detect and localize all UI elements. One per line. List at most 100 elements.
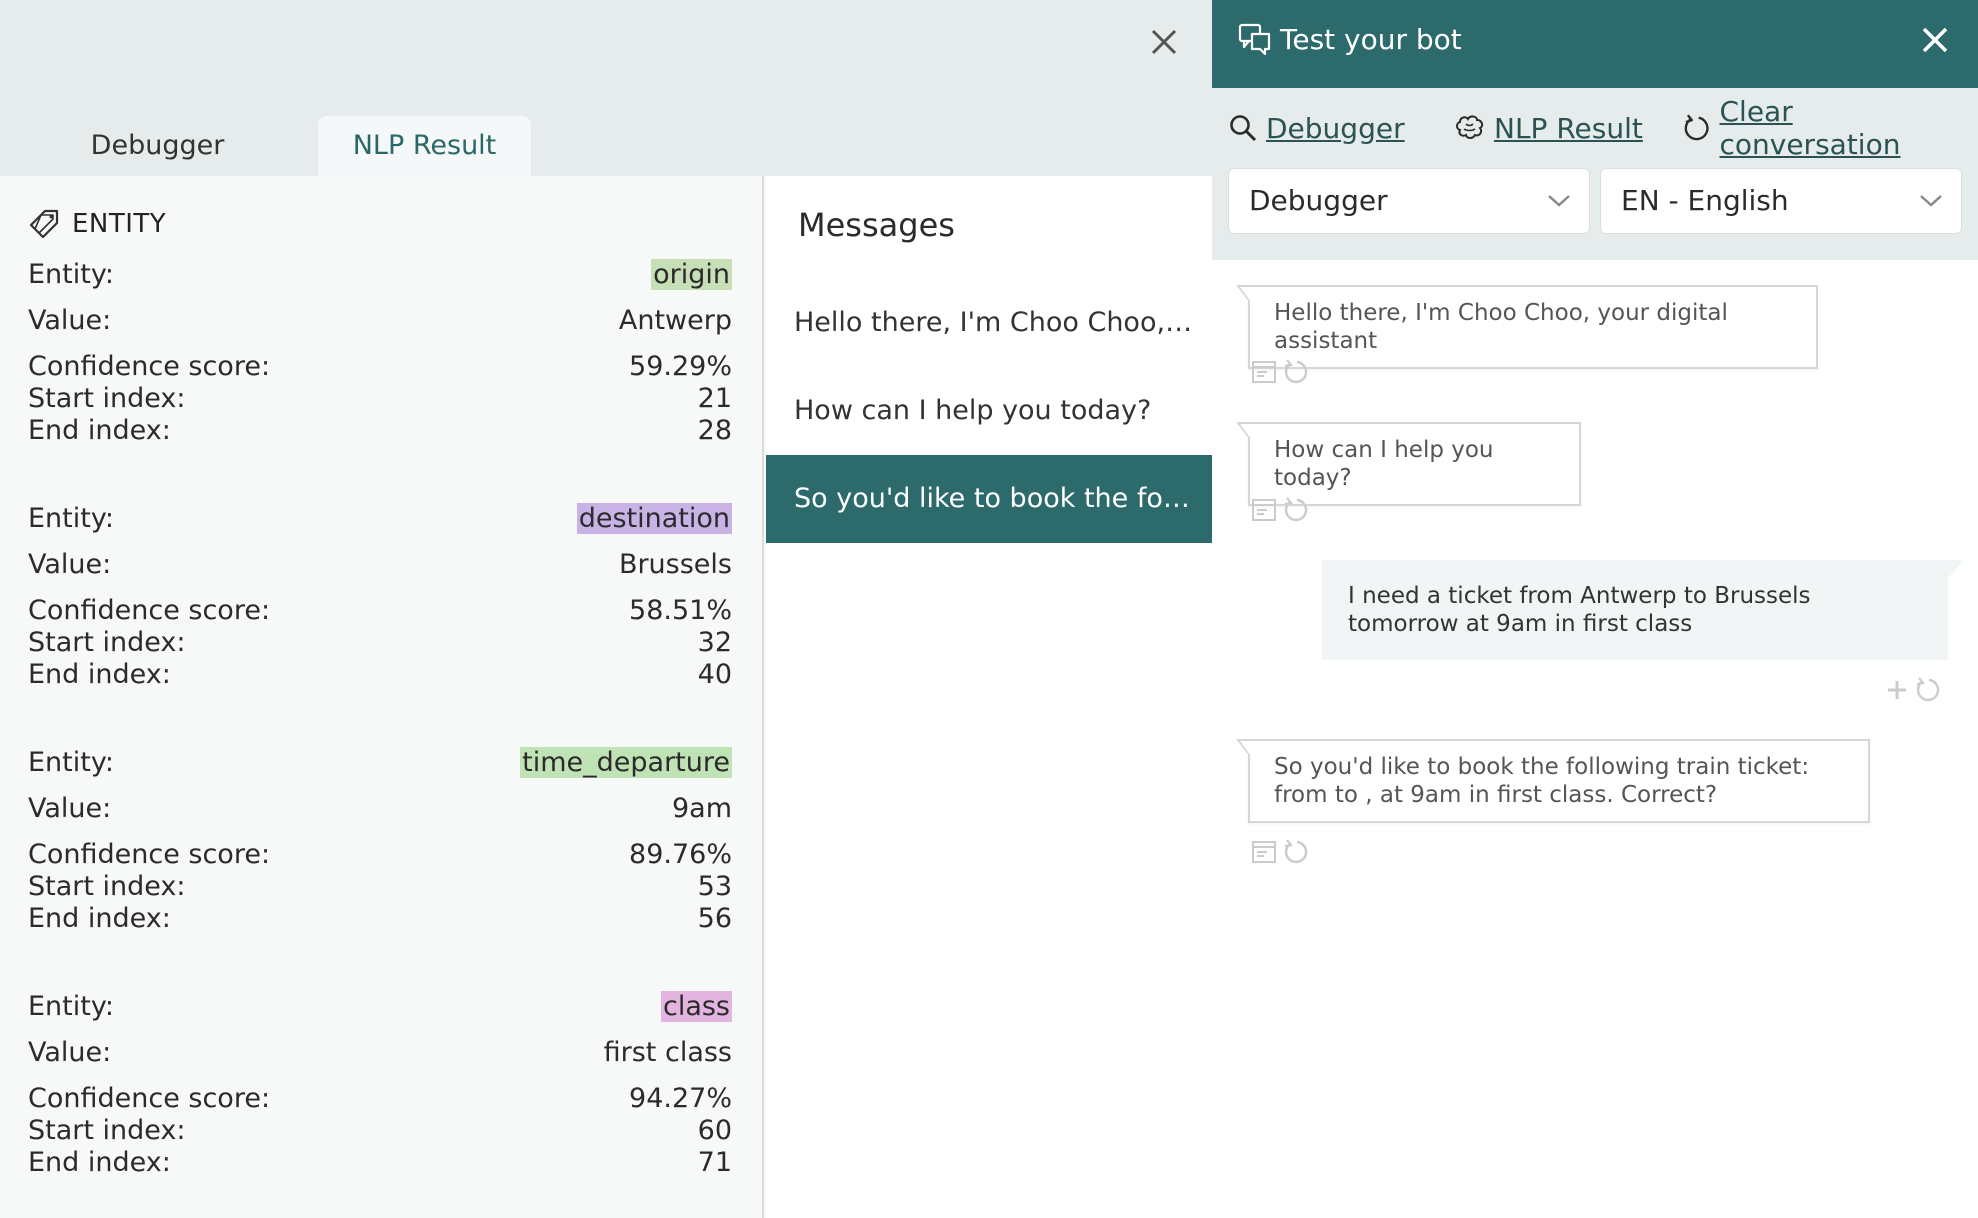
bot-title: Test your bot xyxy=(1280,23,1462,56)
message-actions xyxy=(1250,358,1310,386)
entity-header: ENTITY xyxy=(28,206,166,242)
entity-end-row: End index: 28 xyxy=(28,415,732,446)
refresh-icon xyxy=(1684,114,1709,141)
entity-start-label: Start index: xyxy=(28,627,186,658)
entity-name-tag: class xyxy=(660,991,732,1022)
entity-start-value: 60 xyxy=(697,1115,732,1146)
message-actions xyxy=(1250,496,1310,524)
message-details-icon[interactable] xyxy=(1250,358,1278,386)
entity-list: ENTITY Entity: origin Value: Antwerp Confide… xyxy=(0,176,764,1218)
entity-entity-label: Entity: xyxy=(28,259,114,290)
message-list-item[interactable]: So you'd like to book the follo... xyxy=(766,455,1212,543)
entity-end-label: End index: xyxy=(28,415,171,446)
replay-icon[interactable] xyxy=(1282,838,1310,866)
entity-confidence-value: 59.29% xyxy=(629,351,732,382)
entity-entity-row: Entity: time_departure xyxy=(28,747,732,778)
close-icon[interactable] xyxy=(1917,22,1953,58)
chat-message-text: I need a ticket from Antwerp to Brussels… xyxy=(1348,583,1811,637)
bot-message-bubble: How can I help you today? xyxy=(1236,422,1581,506)
debugger-link-label: Debugger xyxy=(1266,111,1405,145)
clear-conversation-label: Clear conversation xyxy=(1719,95,1901,161)
nlp-result-link[interactable]: NLP Result xyxy=(1454,108,1643,148)
entity-confidence-row: Confidence score: 58.51% xyxy=(28,595,732,626)
entity-confidence-value: 94.27% xyxy=(629,1083,732,1114)
entity-end-label: End index: xyxy=(28,1147,171,1178)
debug-panel-header: Debugger NLP Result xyxy=(0,0,1212,176)
message-list-item[interactable]: How can I help you today? xyxy=(766,367,1212,455)
message-actions xyxy=(1250,838,1310,866)
user-message-bubble: I need a ticket from Antwerp to Brussels… xyxy=(1322,560,1964,660)
tag-icon xyxy=(29,209,59,239)
entity-start-label: Start index: xyxy=(28,871,186,902)
replay-icon[interactable] xyxy=(1914,676,1942,704)
brain-icon xyxy=(1456,115,1484,139)
message-details-icon[interactable] xyxy=(1250,838,1278,866)
entity-end-row: End index: 40 xyxy=(28,659,732,690)
entity-start-row: Start index: 21 xyxy=(28,383,732,414)
search-icon xyxy=(1230,115,1257,142)
bot-message-bubble: Hello there, I'm Choo Choo, your digital… xyxy=(1236,285,1818,369)
bot-toolbar: Debugger NLP Result Clear conversation D… xyxy=(1212,88,1978,260)
entity-end-label: End index: xyxy=(28,903,171,934)
clear-conversation-link[interactable]: Clear conversation xyxy=(1682,95,1978,161)
chevron-down-icon xyxy=(1920,195,1942,207)
close-icon[interactable] xyxy=(1144,22,1184,62)
tab-debugger[interactable]: Debugger xyxy=(60,116,255,176)
entity-value-label: Value: xyxy=(28,793,112,824)
entity-start-label: Start index: xyxy=(28,1115,186,1146)
chat-message-text: So you'd like to book the following trai… xyxy=(1274,754,1810,808)
entity-end-label: End index: xyxy=(28,659,171,690)
entity-end-value: 56 xyxy=(697,903,732,934)
messages-list: Messages Hello there, I'm Choo Choo, y..… xyxy=(766,176,1212,1218)
entity-entity-label: Entity: xyxy=(28,503,114,534)
language-select[interactable]: EN - English xyxy=(1600,168,1962,234)
entity-confidence-label: Confidence score: xyxy=(28,595,271,626)
replay-icon[interactable] xyxy=(1282,358,1310,386)
message-details-icon[interactable] xyxy=(1250,496,1278,524)
language-select-value: EN - English xyxy=(1621,184,1789,217)
tab-nlp-result[interactable]: NLP Result xyxy=(318,116,531,176)
entity-confidence-label: Confidence score: xyxy=(28,1083,271,1114)
entity-name-tag: origin xyxy=(651,259,732,290)
replay-icon[interactable] xyxy=(1282,496,1310,524)
bot-header: Test your bot xyxy=(1212,0,1978,88)
debugger-link[interactable]: Debugger xyxy=(1228,108,1405,148)
add-icon[interactable] xyxy=(1884,677,1910,703)
chat-icon xyxy=(1238,23,1271,56)
entity-end-row: End index: 71 xyxy=(28,1147,732,1178)
entity-entity-row: Entity: class xyxy=(28,991,732,1022)
entity-value-row: Value: Antwerp xyxy=(28,305,732,336)
entity-entity-row: Entity: origin xyxy=(28,259,732,290)
entity-confidence-value: 89.76% xyxy=(629,839,732,870)
entity-value-label: Value: xyxy=(28,305,112,336)
chat-message-text: Hello there, I'm Choo Choo, your digital… xyxy=(1274,300,1728,354)
entity-confidence-label: Confidence score: xyxy=(28,839,271,870)
entity-end-row: End index: 56 xyxy=(28,903,732,934)
entity-end-value: 40 xyxy=(697,659,732,690)
mode-select[interactable]: Debugger xyxy=(1228,168,1590,234)
nlp-result-link-label: NLP Result xyxy=(1494,111,1643,145)
entity-confidence-row: Confidence score: 89.76% xyxy=(28,839,732,870)
entity-value-row: Value: first class xyxy=(28,1037,732,1068)
entity-value-value: Antwerp xyxy=(618,305,732,336)
entity-value-value: Brussels xyxy=(618,549,732,580)
entity-value-row: Value: 9am xyxy=(28,793,732,824)
entity-section-title: ENTITY xyxy=(72,209,167,239)
message-list-item[interactable]: Hello there, I'm Choo Choo, y... xyxy=(766,279,1212,367)
entity-entity-label: Entity: xyxy=(28,747,114,778)
entity-start-value: 32 xyxy=(697,627,732,658)
entity-confidence-label: Confidence score: xyxy=(28,351,271,382)
entity-confidence-row: Confidence score: 59.29% xyxy=(28,351,732,382)
entity-value-value: 9am xyxy=(671,793,732,824)
entity-end-value: 71 xyxy=(697,1147,732,1178)
entity-start-value: 21 xyxy=(697,383,732,414)
entity-value-label: Value: xyxy=(28,1037,112,1068)
entity-entity-row: Entity: destination xyxy=(28,503,732,534)
entity-start-row: Start index: 32 xyxy=(28,627,732,658)
entity-start-row: Start index: 53 xyxy=(28,871,732,902)
bot-message-bubble: So you'd like to book the following trai… xyxy=(1236,739,1870,823)
entity-confidence-value: 58.51% xyxy=(629,595,732,626)
entity-name-tag: time_departure xyxy=(520,747,732,778)
chevron-down-icon xyxy=(1548,195,1570,207)
debug-panel: Debugger NLP Result ENTITY Entity: origin… xyxy=(0,0,1212,1218)
